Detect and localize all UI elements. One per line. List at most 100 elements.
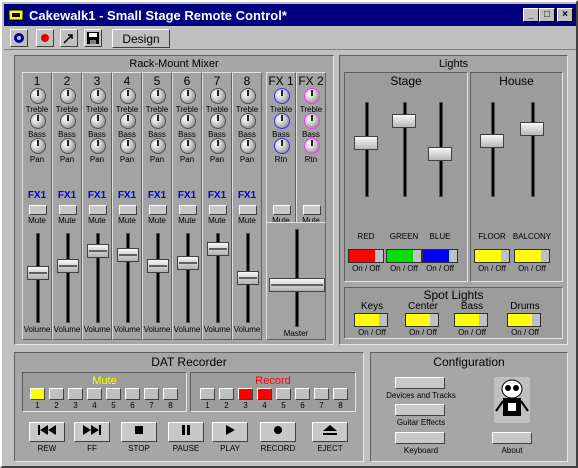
spot-switch[interactable] <box>507 313 541 327</box>
treble-knob[interactable] <box>240 88 256 104</box>
mute-button[interactable] <box>29 205 47 215</box>
record-track-button[interactable] <box>314 388 329 400</box>
volume-fader[interactable] <box>237 271 259 285</box>
record-button[interactable] <box>260 422 296 442</box>
mute-track-button[interactable] <box>30 388 45 400</box>
mute-button[interactable] <box>179 205 197 215</box>
treble-knob[interactable] <box>60 88 76 104</box>
save-icon[interactable] <box>84 29 102 47</box>
mute-track-button[interactable] <box>163 388 178 400</box>
maximize-button[interactable]: □ <box>539 8 555 22</box>
config-button[interactable] <box>395 377 445 389</box>
treble-knob[interactable] <box>274 88 290 104</box>
treble-knob[interactable] <box>120 88 136 104</box>
pan-knob[interactable] <box>210 138 226 154</box>
volume-fader[interactable] <box>87 244 109 258</box>
mute-button[interactable] <box>239 205 257 215</box>
record-track-button[interactable] <box>295 388 310 400</box>
ff-button[interactable] <box>74 422 110 442</box>
volume-fader[interactable] <box>27 266 49 280</box>
house-balcony-fader[interactable] <box>520 122 544 136</box>
design-button[interactable]: Design <box>112 29 170 48</box>
rew-button[interactable] <box>29 422 65 442</box>
pan-knob[interactable] <box>30 138 46 154</box>
record-icon[interactable] <box>36 29 54 47</box>
mute-track-button[interactable] <box>49 388 64 400</box>
config-button[interactable] <box>395 404 445 416</box>
about-button[interactable] <box>492 432 532 444</box>
stage-blue-switch[interactable] <box>422 249 458 263</box>
volume-fader[interactable] <box>207 242 229 256</box>
mute-button[interactable] <box>273 205 291 215</box>
play-button[interactable] <box>212 422 248 442</box>
volume-fader[interactable] <box>57 259 79 273</box>
mute-button[interactable] <box>119 205 137 215</box>
stage-red-switch[interactable] <box>348 249 384 263</box>
stage-red-fader[interactable] <box>354 136 378 150</box>
return-knob[interactable] <box>274 138 290 154</box>
pause-button[interactable] <box>168 422 204 442</box>
spot-switch[interactable] <box>405 313 439 327</box>
volume-fader[interactable] <box>177 256 199 270</box>
mute-track-button[interactable] <box>106 388 121 400</box>
record-track-button[interactable] <box>276 388 291 400</box>
master-fader[interactable] <box>269 278 325 292</box>
stage-green-switch[interactable] <box>386 249 422 263</box>
volume-fader[interactable] <box>117 248 139 262</box>
volume-fader[interactable] <box>147 259 169 273</box>
mute-track-button[interactable] <box>144 388 159 400</box>
bass-knob[interactable] <box>210 113 226 129</box>
record-track-button[interactable] <box>238 388 253 400</box>
pan-knob[interactable] <box>90 138 106 154</box>
mute-button[interactable] <box>209 205 227 215</box>
pan-label: Pan <box>89 155 105 164</box>
eject-button[interactable] <box>312 422 348 442</box>
bass-knob[interactable] <box>240 113 256 129</box>
spot-switch[interactable] <box>454 313 488 327</box>
stage-green-fader[interactable] <box>392 114 416 128</box>
house-balcony-switch[interactable] <box>514 249 550 263</box>
cursor-icon[interactable] <box>60 29 78 47</box>
stop-button[interactable] <box>121 422 157 442</box>
treble-knob[interactable] <box>304 88 320 104</box>
mute-button[interactable] <box>59 205 77 215</box>
record-track-button[interactable] <box>219 388 234 400</box>
record-track-button[interactable] <box>257 388 272 400</box>
bass-knob[interactable] <box>30 113 46 129</box>
pan-knob[interactable] <box>240 138 256 154</box>
treble-knob[interactable] <box>30 88 46 104</box>
mute-button[interactable] <box>149 205 167 215</box>
treble-knob[interactable] <box>180 88 196 104</box>
pan-knob[interactable] <box>60 138 76 154</box>
bass-knob[interactable] <box>304 113 320 129</box>
record-track-button[interactable] <box>200 388 215 400</box>
bass-knob[interactable] <box>150 113 166 129</box>
stage-blue-fader[interactable] <box>428 147 452 161</box>
mute-track-button[interactable] <box>87 388 102 400</box>
treble-knob[interactable] <box>210 88 226 104</box>
title-bar[interactable]: Cakewalk1 - Small Stage Remote Control* … <box>4 4 576 26</box>
return-knob[interactable] <box>304 138 320 154</box>
config-button[interactable] <box>395 432 445 444</box>
bass-knob[interactable] <box>274 113 290 129</box>
minimize-button[interactable]: _ <box>523 8 539 22</box>
bass-knob[interactable] <box>60 113 76 129</box>
house-floor-switch[interactable] <box>474 249 510 263</box>
mute-track-button[interactable] <box>125 388 140 400</box>
bass-knob[interactable] <box>120 113 136 129</box>
bass-knob[interactable] <box>180 113 196 129</box>
pan-knob[interactable] <box>150 138 166 154</box>
spot-switch[interactable] <box>354 313 388 327</box>
pan-knob[interactable] <box>120 138 136 154</box>
house-floor-fader[interactable] <box>480 134 504 148</box>
mute-button[interactable] <box>89 205 107 215</box>
pan-knob[interactable] <box>180 138 196 154</box>
treble-knob[interactable] <box>150 88 166 104</box>
mute-track-button[interactable] <box>68 388 83 400</box>
settings-icon[interactable] <box>10 29 28 47</box>
record-track-button[interactable] <box>333 388 348 400</box>
bass-knob[interactable] <box>90 113 106 129</box>
treble-knob[interactable] <box>90 88 106 104</box>
close-button[interactable]: × <box>557 8 573 22</box>
mute-button[interactable] <box>303 205 321 215</box>
